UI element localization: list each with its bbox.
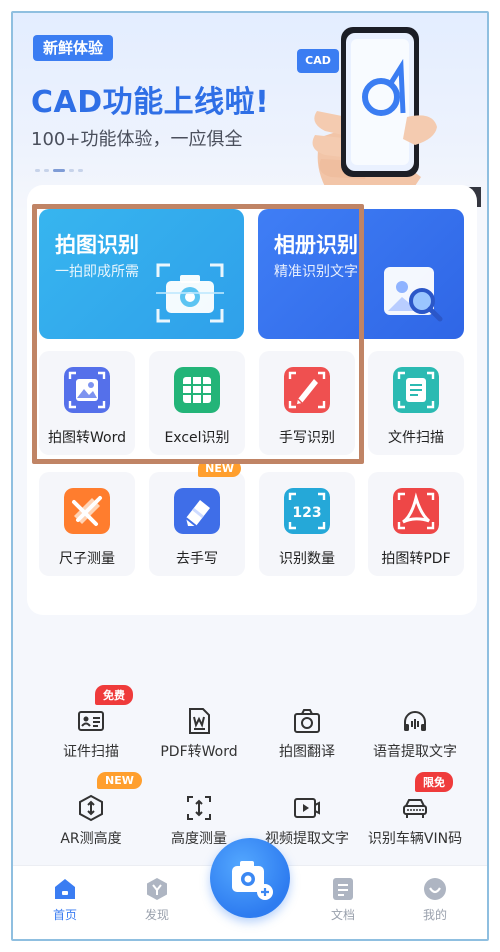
document-scan-icon: [393, 367, 439, 413]
ar-height-tool[interactable]: AR测高度: [35, 790, 147, 870]
tile-label: 文件扫描: [388, 430, 444, 446]
carousel-dot: [35, 169, 40, 172]
id-card-icon: [78, 711, 104, 731]
excel-grid-icon: [174, 367, 220, 413]
photo-recognition-subtitle: 一拍即成所需: [55, 264, 139, 280]
id-scan-tool[interactable]: 证件扫描: [35, 703, 147, 783]
carousel-dot: [78, 169, 83, 172]
photo-word-icon: [64, 367, 110, 413]
nav-label: 我的: [422, 908, 447, 922]
tile-label: 识别数量: [279, 551, 335, 567]
profile-icon: [424, 878, 446, 900]
handwriting-recognition-tile[interactable]: 手写识别: [259, 351, 355, 455]
image-search-icon: [384, 267, 443, 322]
camera-add-icon: [232, 861, 273, 900]
photo-translate-tool[interactable]: 拍图翻译: [251, 703, 363, 783]
carousel-dots: [35, 169, 83, 172]
video-extract-icon: [294, 798, 320, 818]
carousel-dot: [69, 169, 74, 172]
handwriting-pen-icon: [284, 367, 330, 413]
nav-profile[interactable]: 我的: [405, 876, 465, 923]
nav-label: 文档: [330, 908, 355, 922]
eraser-icon: [174, 488, 220, 534]
document-icon: [333, 878, 353, 900]
nav-home[interactable]: 首页: [35, 876, 95, 923]
vin-code-icon: [403, 799, 427, 818]
limited-free-badge: 限免: [415, 772, 453, 792]
ar-height-icon: [79, 794, 103, 822]
photo-recognition-title: 拍图识别: [55, 233, 139, 257]
carousel-dot-active: [53, 169, 65, 172]
photo-to-pdf-tile[interactable]: 拍图转PDF: [368, 472, 464, 576]
ruler-icon: [64, 488, 110, 534]
count-recognition-tile[interactable]: 123 识别数量: [259, 472, 355, 576]
camera-scan-icon: [156, 263, 224, 323]
tile-label: 拍图转Word: [48, 430, 126, 446]
photo-to-word-tile[interactable]: 拍图转Word: [39, 351, 135, 455]
nav-documents[interactable]: 文档: [313, 876, 373, 923]
album-recognition-tile[interactable]: 相册识别 精准识别文字: [258, 209, 464, 339]
tile-label: 手写识别: [279, 430, 335, 446]
album-recognition-title: 相册识别: [274, 233, 358, 257]
new-badge: NEW: [198, 460, 241, 477]
fresh-badge: 新鲜体验: [33, 35, 113, 61]
banner-title: CAD功能上线啦!: [31, 85, 270, 120]
tile-label: 拍图转PDF: [381, 551, 451, 567]
height-measure-icon: [187, 796, 211, 820]
banner-subtitle: 100+功能体验，一应俱全: [31, 129, 243, 150]
file-scan-tile[interactable]: 文件扫描: [368, 351, 464, 455]
carousel-dot: [44, 169, 49, 172]
pdf-word-icon: [189, 708, 210, 734]
pdf-icon: [393, 488, 439, 534]
voice-extract-tool[interactable]: 语音提取文字: [359, 703, 471, 783]
cad-label: CAD: [297, 49, 339, 73]
album-recognition-subtitle: 精准识别文字: [274, 264, 358, 280]
tool-label: 语音提取文字: [373, 744, 457, 760]
vin-code-tool[interactable]: 识别车辆VIN码: [359, 790, 471, 870]
ruler-measure-tile[interactable]: 尺子测量: [39, 472, 135, 576]
home-icon: [55, 879, 75, 899]
photo-translate-icon: [294, 709, 320, 733]
voice-extract-icon: [404, 711, 426, 731]
app-screen: 新鲜体验 CAD功能上线啦! 100+功能体验，一应俱全 CAD 拍图识别 一拍…: [11, 11, 489, 941]
excel-recognition-tile[interactable]: Excel识别: [149, 351, 245, 455]
nav-label: 首页: [52, 908, 77, 922]
remove-handwriting-tile[interactable]: NEW 去手写: [149, 460, 245, 576]
new-badge: NEW: [97, 772, 142, 789]
count-123-icon: 123: [284, 488, 330, 534]
discover-icon: [147, 878, 167, 900]
tile-label: 尺子测量: [59, 551, 115, 567]
promo-banner[interactable]: 新鲜体验 CAD功能上线啦! 100+功能体验，一应俱全 CAD: [13, 13, 487, 213]
count-icon-text: 123: [292, 505, 321, 521]
nav-label: 发现: [144, 908, 169, 922]
nav-discover[interactable]: 发现: [127, 876, 187, 923]
pdf-to-word-tool[interactable]: PDF转Word: [143, 703, 255, 783]
tile-label: 去手写: [176, 551, 218, 567]
camera-capture-button[interactable]: [210, 838, 290, 918]
photo-recognition-tile[interactable]: 拍图识别 一拍即成所需: [39, 209, 244, 339]
tool-label: 识别车辆VIN码: [367, 831, 463, 847]
free-badge: 免费: [95, 685, 133, 705]
tile-label: Excel识别: [164, 430, 230, 446]
